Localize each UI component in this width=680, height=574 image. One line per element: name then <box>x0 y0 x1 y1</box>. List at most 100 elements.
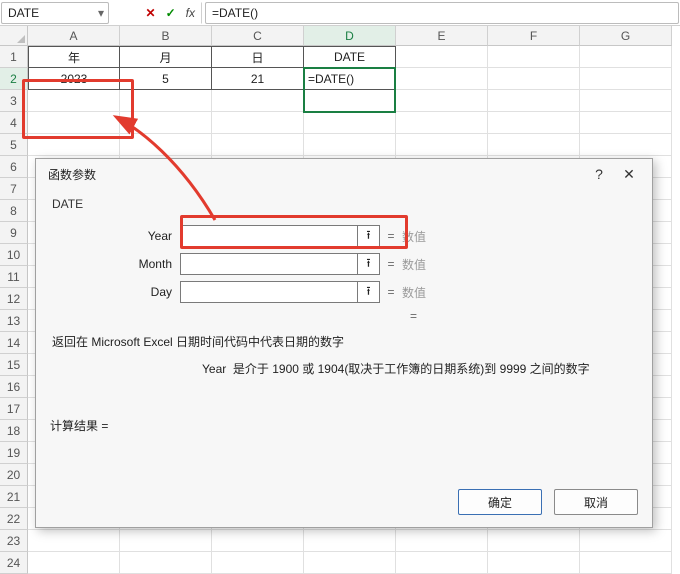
cell[interactable] <box>304 552 396 574</box>
row-header[interactable]: 17 <box>0 398 28 420</box>
cell[interactable] <box>396 552 488 574</box>
ok-button[interactable]: 确定 <box>458 489 542 515</box>
cancel-formula-icon[interactable]: ✕ <box>146 6 156 20</box>
cell[interactable] <box>580 530 672 552</box>
cell[interactable] <box>304 134 396 156</box>
cell[interactable] <box>396 134 488 156</box>
row-header[interactable]: 24 <box>0 552 28 574</box>
cell[interactable] <box>28 134 120 156</box>
cell[interactable] <box>580 46 672 68</box>
day-input[interactable] <box>180 281 358 303</box>
row-header[interactable]: 13 <box>0 310 28 332</box>
cell[interactable]: 年 <box>28 46 120 68</box>
cell[interactable] <box>488 68 580 90</box>
cell[interactable] <box>212 90 304 112</box>
row-header[interactable]: 12 <box>0 288 28 310</box>
col-header-F[interactable]: F <box>488 26 580 46</box>
col-header-C[interactable]: C <box>212 26 304 46</box>
cell[interactable] <box>212 530 304 552</box>
row-header[interactable]: 9 <box>0 222 28 244</box>
col-header-B[interactable]: B <box>120 26 212 46</box>
name-box[interactable]: DATE ▾ <box>1 2 109 24</box>
cell[interactable] <box>304 530 396 552</box>
row-header[interactable]: 10 <box>0 244 28 266</box>
cell[interactable] <box>488 46 580 68</box>
cell[interactable] <box>212 552 304 574</box>
row-header[interactable]: 7 <box>0 178 28 200</box>
cell[interactable] <box>120 112 212 134</box>
cell[interactable] <box>304 90 396 112</box>
ref-select-icon[interactable]: ⭱ <box>358 281 380 303</box>
row-header[interactable]: 1 <box>0 46 28 68</box>
cell[interactable]: 日 <box>212 46 304 68</box>
row-header[interactable]: 18 <box>0 420 28 442</box>
function-arguments-dialog[interactable]: 函数参数 ? ✕ DATE Year ⭱ = 数值 Month ⭱ = 数值 D… <box>35 158 653 528</box>
cell[interactable] <box>396 68 488 90</box>
cell[interactable]: DATE <box>304 46 396 68</box>
cell[interactable]: 月 <box>120 46 212 68</box>
cell[interactable] <box>488 90 580 112</box>
fx-icon[interactable]: fx <box>186 6 195 20</box>
cell[interactable] <box>396 90 488 112</box>
col-header-G[interactable]: G <box>580 26 672 46</box>
cell[interactable] <box>396 46 488 68</box>
close-icon[interactable]: ✕ <box>614 166 644 183</box>
cell[interactable] <box>580 90 672 112</box>
row-header[interactable]: 16 <box>0 376 28 398</box>
row-header[interactable]: 23 <box>0 530 28 552</box>
function-name-label: DATE <box>52 197 638 211</box>
cell[interactable] <box>212 112 304 134</box>
month-input[interactable] <box>180 253 358 275</box>
select-all-corner[interactable] <box>0 26 28 46</box>
cell[interactable] <box>396 112 488 134</box>
help-icon[interactable]: ? <box>584 166 614 182</box>
accept-formula-icon[interactable]: ✓ <box>166 6 176 20</box>
chevron-down-icon[interactable]: ▾ <box>98 6 104 20</box>
row-header[interactable]: 3 <box>0 90 28 112</box>
cell[interactable] <box>580 134 672 156</box>
row-header[interactable]: 5 <box>0 134 28 156</box>
row-header[interactable]: 20 <box>0 464 28 486</box>
cell[interactable] <box>580 68 672 90</box>
row-header[interactable]: 14 <box>0 332 28 354</box>
row-header[interactable]: 11 <box>0 266 28 288</box>
cell[interactable] <box>488 530 580 552</box>
cell[interactable] <box>28 530 120 552</box>
year-input[interactable] <box>180 225 358 247</box>
row-header[interactable]: 2 <box>0 68 28 90</box>
col-header-A[interactable]: A <box>28 26 120 46</box>
row-header[interactable]: 8 <box>0 200 28 222</box>
cell[interactable] <box>396 530 488 552</box>
cell[interactable] <box>488 134 580 156</box>
cell[interactable]: 21 <box>212 68 304 90</box>
ref-select-icon[interactable]: ⭱ <box>358 253 380 275</box>
row-header[interactable]: 19 <box>0 442 28 464</box>
cell[interactable] <box>212 134 304 156</box>
ref-select-icon[interactable]: ⭱ <box>358 225 380 247</box>
cell[interactable] <box>28 90 120 112</box>
cell[interactable] <box>488 112 580 134</box>
row-header[interactable]: 15 <box>0 354 28 376</box>
row-header[interactable]: 22 <box>0 508 28 530</box>
cell-active[interactable]: =DATE() <box>304 68 396 90</box>
cell[interactable] <box>304 112 396 134</box>
cell[interactable] <box>28 552 120 574</box>
cancel-button[interactable]: 取消 <box>554 489 638 515</box>
formula-bar[interactable]: =DATE() <box>205 2 679 24</box>
col-header-D[interactable]: D <box>304 26 396 46</box>
row-header[interactable]: 6 <box>0 156 28 178</box>
cell[interactable] <box>580 112 672 134</box>
cell[interactable] <box>488 552 580 574</box>
equals-label: = <box>380 229 402 243</box>
row-header[interactable]: 21 <box>0 486 28 508</box>
cell[interactable] <box>28 112 120 134</box>
cell[interactable] <box>120 90 212 112</box>
cell[interactable] <box>120 552 212 574</box>
cell[interactable] <box>120 134 212 156</box>
cell[interactable] <box>580 552 672 574</box>
cell[interactable]: 5 <box>120 68 212 90</box>
cell[interactable]: 2023 <box>28 68 120 90</box>
row-header[interactable]: 4 <box>0 112 28 134</box>
col-header-E[interactable]: E <box>396 26 488 46</box>
cell[interactable] <box>120 530 212 552</box>
